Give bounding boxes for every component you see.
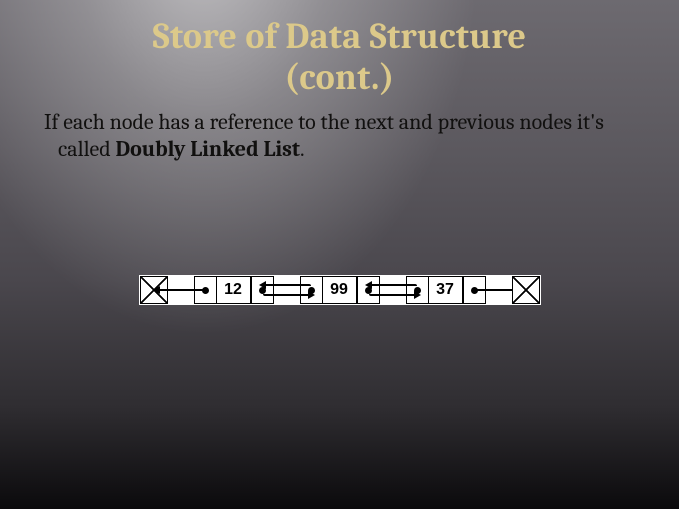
arrow-tail-to-null	[486, 276, 512, 304]
title-line1: Store of Data Structure	[0, 16, 679, 57]
arrow-next-icon	[263, 294, 311, 296]
diagram-container: 12 99 37	[0, 275, 679, 305]
body-text: If each node has a reference to the next…	[14, 99, 679, 164]
arrow-left-icon	[157, 289, 205, 291]
arrow-next-icon	[369, 294, 417, 296]
arrow-pair	[380, 276, 406, 304]
slide-title: Store of Data Structure (cont.)	[0, 0, 679, 99]
node-value: 99	[323, 277, 357, 303]
slide: Store of Data Structure (cont.) If each …	[0, 0, 679, 509]
body-bold: Doubly Linked List	[116, 136, 300, 162]
prev-pointer	[407, 277, 429, 303]
body-suffix: .	[300, 136, 305, 162]
prev-pointer	[301, 277, 323, 303]
arrow-pair	[274, 276, 300, 304]
list-node: 37	[406, 276, 486, 304]
arrow-prev-icon	[263, 284, 311, 286]
null-terminator-right	[512, 276, 540, 304]
title-line2: (cont.)	[0, 57, 679, 98]
doubly-linked-list-diagram: 12 99 37	[139, 275, 541, 305]
node-value: 12	[217, 277, 251, 303]
arrow-prev-icon	[369, 284, 417, 286]
arrow-head-to-null	[168, 276, 194, 304]
node-value: 37	[429, 277, 463, 303]
